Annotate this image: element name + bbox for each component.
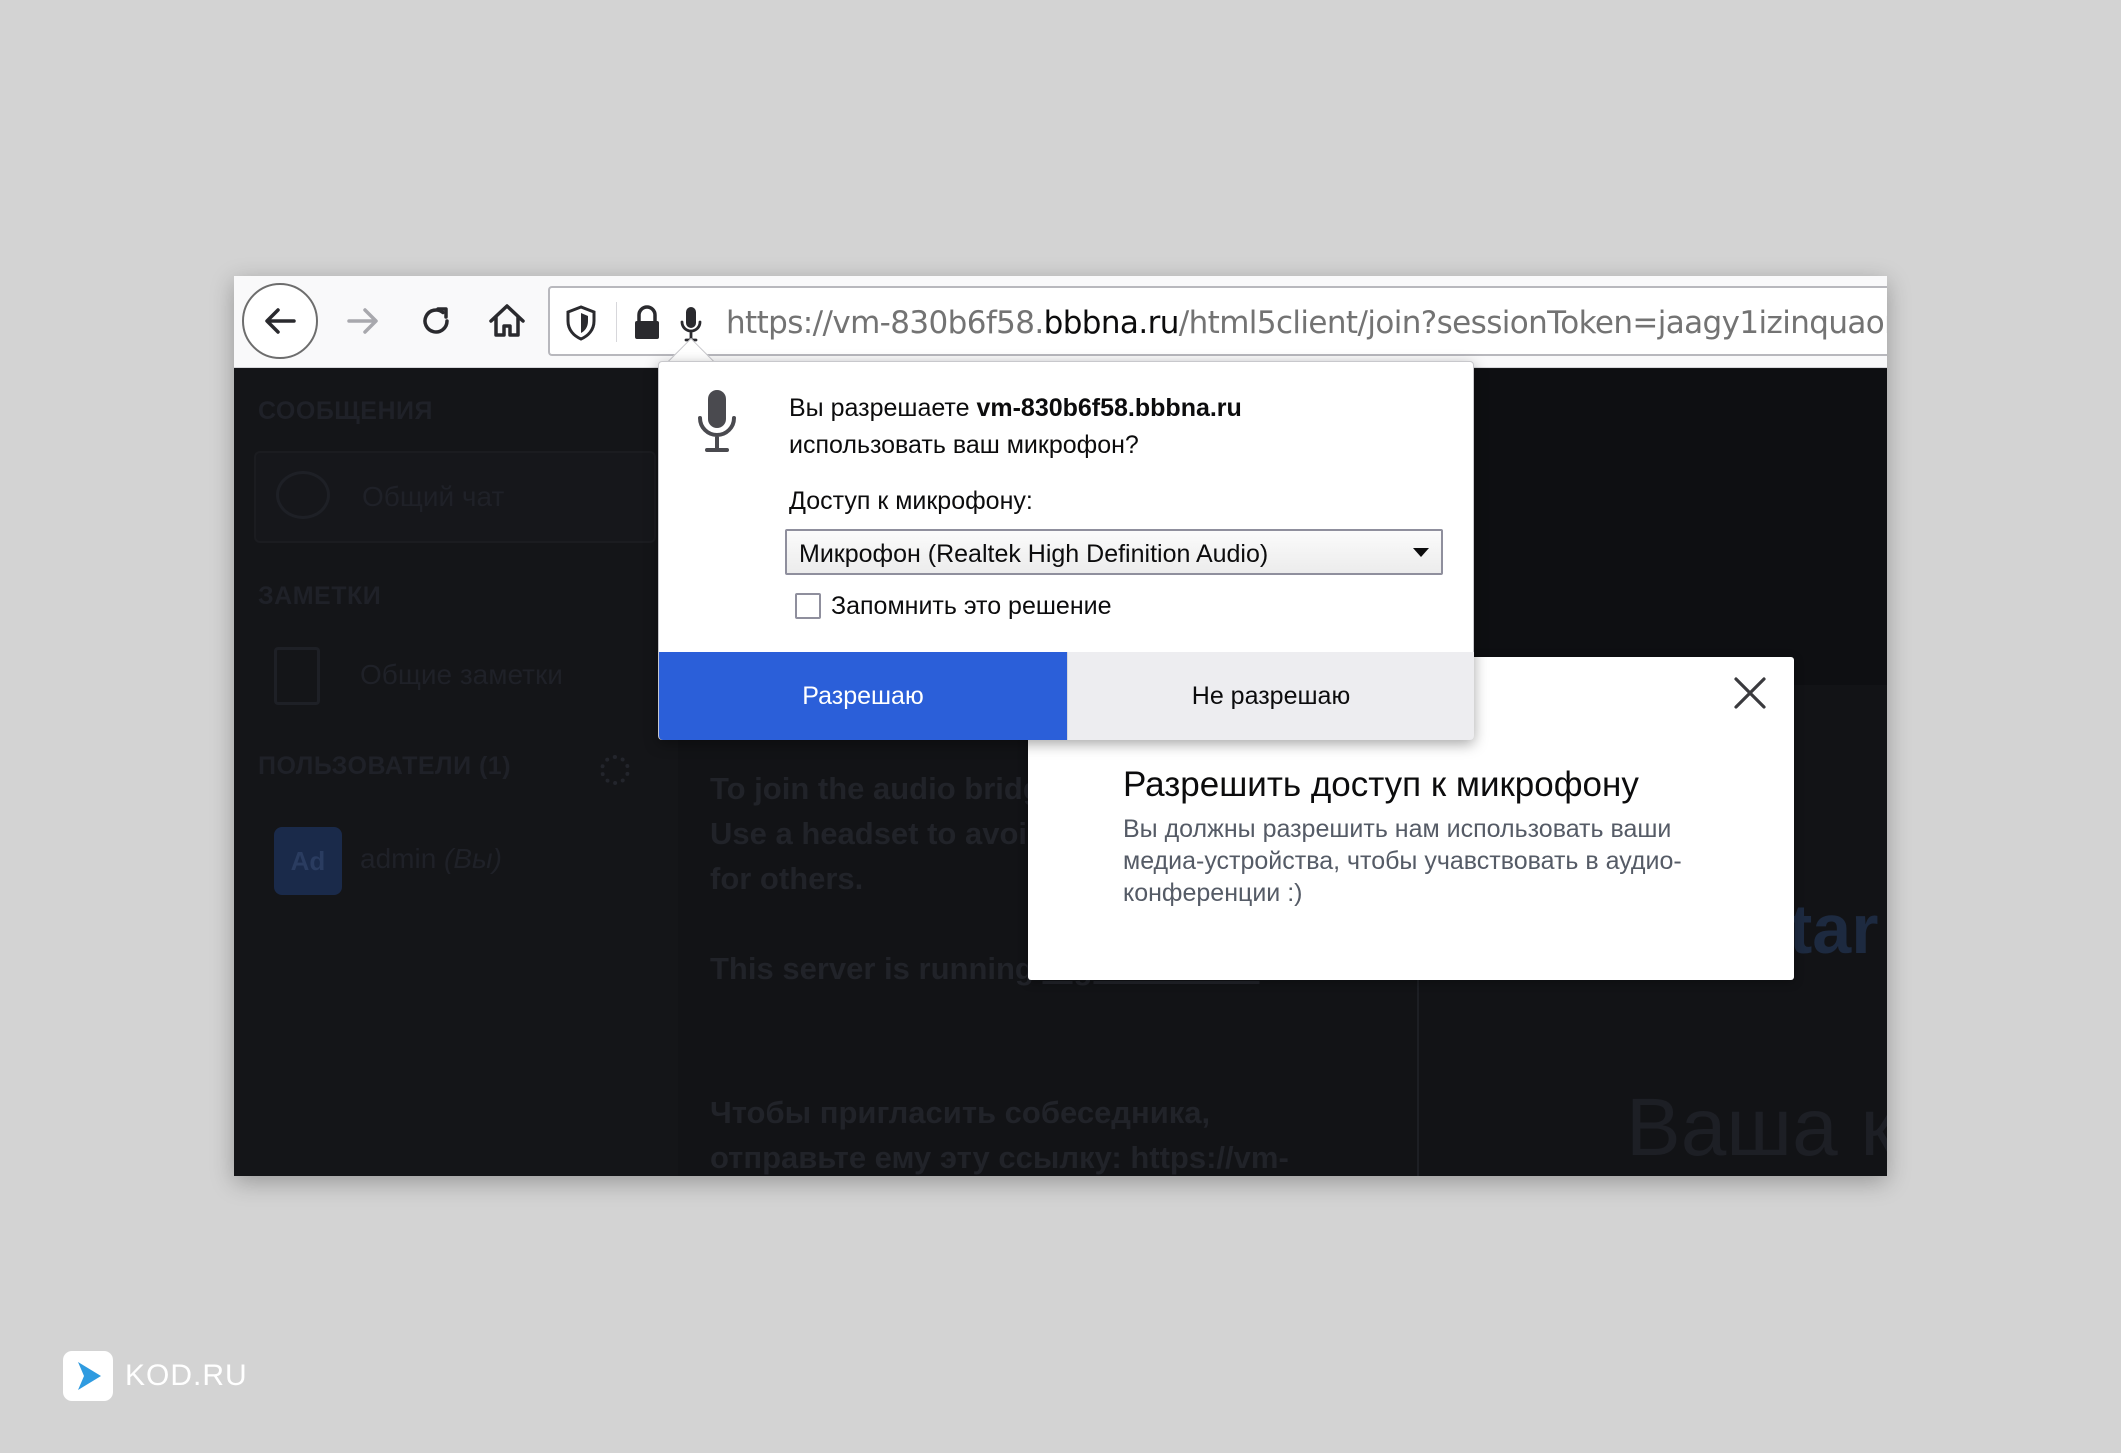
forward-button[interactable] [328,286,398,356]
deny-button[interactable]: Не разрешаю [1067,652,1474,740]
selected-device: Микрофон (Realtek High Definition Audio) [799,540,1269,568]
url-bar-separator [616,302,617,342]
audio-info-line-3: for others. [710,861,864,896]
invite-line-1: Чтобы пригласить собеседника, [710,1095,1211,1130]
invite-line-2: отправьте ему эту ссылку: https://vm- [710,1140,1289,1175]
notes-icon [274,647,320,705]
microphone-device-select[interactable]: Микрофон (Realtek High Definition Audio) [785,529,1443,575]
avatar[interactable]: Ad [274,827,342,895]
reload-icon [423,307,449,334]
chat-icon [276,471,330,519]
gear-icon[interactable] [600,755,630,785]
logo-text: KOD.RU [125,1359,248,1392]
sidebar-item-label: Общий чат [362,481,505,512]
messages-heading: СООБЩЕНИЯ [258,397,433,425]
microphone-icon [698,390,736,452]
permission-doorhanger: Вы разрешаете vm-830b6f58.bbbna.ru испол… [658,361,1474,740]
arrow-right-icon [347,308,378,334]
home-button[interactable] [472,286,542,356]
close-icon[interactable] [1730,673,1770,713]
sidebar-item-public-chat[interactable]: Общий чат [254,451,656,543]
permission-question: Вы разрешаете vm-830b6f58.bbbna.ru испол… [789,394,1242,459]
partial-heading: tar [1789,890,1879,968]
arrow-left-icon [265,308,296,334]
remember-decision-checkbox[interactable] [795,593,821,619]
modal-description: Вы должны разрешить нам использовать ваш… [1123,815,1682,907]
notes-heading: ЗАМЕТКИ [258,582,382,610]
sidebar-item-shared-notes[interactable]: Общие заметки [360,659,563,691]
home-icon [489,304,525,337]
user-name[interactable]: admin (Вы) [360,843,502,875]
allow-button[interactable]: Разрешаю [659,652,1067,740]
remember-decision-label[interactable]: Запомнить это решение [831,592,1112,621]
url-text[interactable]: https://vm-830b6f58.bbbna.ru/html5client… [726,305,1887,341]
kod-logo: KOD.RU [63,1351,248,1401]
back-button[interactable] [242,283,318,359]
audio-info-line-1: To join the audio bridge [710,771,1060,806]
browser-toolbar: https://vm-830b6f58.bbbna.ru/html5client… [234,276,1887,368]
users-heading: ПОЛЬЗОВАТЕЛИ (1) [258,752,512,780]
audio-info-line-2: Use a headset to avoid c [710,816,1072,851]
reload-button[interactable] [401,286,471,356]
chevron-down-icon [1413,548,1429,557]
modal-title: Разрешить доступ к микрофону [1123,765,1639,804]
url-bar[interactable]: https://vm-830b6f58.bbbna.ru/html5client… [548,286,1887,356]
lock-icon[interactable] [630,304,664,342]
logo-mark [63,1351,113,1401]
play-arrow-icon [78,1362,101,1390]
microphone-access-label: Доступ к микрофону: [789,487,1033,515]
tracking-protection-shield-icon[interactable] [564,304,598,342]
partial-large-text: Ваша к [1626,1082,1887,1173]
top-bar-region [1464,369,1887,685]
sidebar: СООБЩЕНИЯ Общий чат ЗАМЕТКИ Общие заметк… [234,369,678,1176]
